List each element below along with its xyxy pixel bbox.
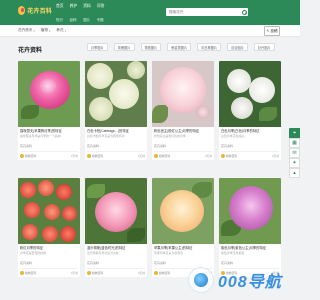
card-desc: 白色月季花色纯白… — [221, 134, 248, 138]
card-time: 3天前 — [70, 271, 78, 275]
chevron-down-icon: ▾ — [48, 28, 51, 33]
top-bar: 花卉百科 首页 知识 养护 品种 资料 图片 问答 专题 — [0, 0, 300, 25]
card-category[interactable]: 花卉资料 — [20, 144, 78, 148]
card[interactable]: 粉红月季的特征 月季花是蔷薇科植物… 花卉资料 格物百科 3天前 — [18, 178, 80, 277]
card-desc: 蓝乐佩斯月季花色为淡紫… — [87, 251, 122, 255]
card-desc: 白色卡柏月季花朵为圆形杯状… — [87, 134, 128, 138]
card[interactable]: 紫色月季(紫色公主)月季的特征 紫色月季花色艳丽… 花卉资料 格物百科 3天前 — [219, 178, 281, 277]
logo-flower-icon — [18, 5, 26, 15]
card-category[interactable]: 花卉资料 — [221, 144, 279, 148]
watermark-text: 008导航 — [218, 274, 282, 291]
card-category[interactable]: 花卉资料 — [154, 144, 212, 148]
card-category[interactable]: 花卉资料 — [20, 261, 78, 265]
contribute-button[interactable]: ✎ 投稿 — [264, 26, 280, 36]
card-time: 3天前 — [137, 271, 145, 275]
card-category[interactable]: 花卉资料 — [87, 261, 145, 265]
card-image[interactable] — [152, 61, 214, 127]
qrcode-icon[interactable]: ▦ — [289, 138, 300, 148]
avatar — [20, 154, 24, 158]
avatar — [87, 271, 91, 275]
avatar — [20, 271, 24, 275]
subnav-item-grow[interactable]: 养花 ▾ — [56, 28, 66, 33]
nav-item-qa[interactable]: 问答 专题 — [97, 4, 105, 22]
avatar — [154, 154, 158, 158]
card[interactable]: 白色卡柏(Cabbage…)的特征 白色卡柏月季花朵为圆形杯状… 花卉资料 格物… — [85, 61, 147, 160]
watermark: 008导航 — [188, 266, 288, 294]
avatar — [87, 154, 91, 158]
card-category[interactable]: 花卉资料 — [221, 261, 279, 265]
section-title: 花卉资料 — [18, 48, 43, 54]
tag-item[interactable]: 月季图片 — [87, 43, 108, 51]
card-author: 格物百科 — [159, 154, 171, 158]
chevron-down-icon: ▾ — [33, 28, 35, 33]
card[interactable]: 白色月季(白色)月季的特征 白色月季花色纯白… 花卉资料 格物百科 2天前 — [219, 61, 281, 160]
tag-item[interactable]: 向日葵图片 — [197, 43, 222, 51]
card-author: 格物百科 — [25, 271, 37, 275]
logo-text: 花卉百科 — [27, 8, 52, 15]
card-time: 2天前 — [271, 154, 279, 158]
card-time: 2天前 — [70, 154, 78, 158]
floating-sidebar: ⌖ ▦ ✉ ✦ ▴ — [289, 128, 300, 178]
card[interactable]: 蓝乐佩斯(蓝色时光)的特征 蓝乐佩斯月季花色为淡紫… 花卉资料 格物百科 3天前 — [85, 178, 147, 277]
card-image[interactable] — [219, 61, 281, 127]
card-author: 格物百科 — [92, 154, 104, 158]
search-box — [166, 8, 248, 16]
card-category[interactable]: 花卉资料 — [87, 144, 145, 148]
watermark-logo-icon — [188, 267, 214, 293]
sub-nav: 花卉资讯 ▾ 植物 ▾ 养花 ▾ — [0, 25, 300, 37]
subnav-item-news[interactable]: 花卉资讯 ▾ — [18, 28, 35, 33]
card-image[interactable] — [85, 61, 147, 127]
search-input[interactable] — [166, 8, 248, 16]
subnav-item-plants[interactable]: 植物 ▾ — [41, 28, 51, 33]
avatar — [154, 271, 158, 275]
gift-icon[interactable]: ✦ — [289, 158, 300, 168]
tag-item[interactable]: 百合图片 — [227, 43, 248, 51]
tag-list: 月季图片 玫瑰图片 蔷薇图片 郁金香图片 向日葵图片 百合图片 牡丹图片 — [87, 43, 275, 51]
nav-item-care[interactable]: 养护 品种 — [70, 4, 78, 22]
card-desc: 猫咪瑟夫月季是月季的一个品种… — [20, 134, 64, 138]
top-icon[interactable]: ▴ — [289, 168, 300, 178]
tag-item[interactable]: 牡丹图片 — [253, 43, 275, 51]
card-time: 2天前 — [204, 154, 212, 158]
card-desc: 粉色宫主是粉红色的月季… — [154, 134, 189, 138]
card-author: 格物百科 — [25, 154, 37, 158]
site-logo[interactable]: 花卉百科 — [18, 4, 52, 16]
chat-icon[interactable]: ✉ — [289, 148, 300, 158]
avatar — [221, 154, 225, 158]
location-icon[interactable]: ⌖ — [289, 128, 300, 138]
card-author: 格物百科 — [226, 154, 238, 158]
main-nav: 首页 知识 养护 品种 资料 图片 问答 专题 — [56, 4, 104, 22]
tag-item[interactable]: 郁金香图片 — [167, 43, 192, 51]
card-desc: 月季花是蔷薇科植物… — [20, 251, 49, 255]
card-desc: 紫色月季花色艳丽… — [221, 251, 248, 255]
card[interactable]: 苹果月季(苹果公主)的特征 苹果月季花朵为杏黄色… 花卉资料 格物百科3天前 — [152, 178, 214, 277]
tag-item[interactable]: 蔷薇图片 — [140, 43, 162, 51]
card-image[interactable] — [18, 61, 80, 127]
nav-item-home[interactable]: 首页 知识 — [56, 4, 64, 22]
card-image[interactable] — [18, 178, 80, 244]
tag-item[interactable]: 玫瑰图片 — [113, 43, 135, 51]
card[interactable]: 猫咪瑟夫(苹果蜂月季)的特征 猫咪瑟夫月季是月季的一个品种… 花卉资料 格物百科… — [18, 61, 80, 160]
card-time: 2天前 — [137, 154, 145, 158]
card-image[interactable] — [152, 178, 214, 244]
nav-item-info[interactable]: 资料 图片 — [83, 4, 91, 22]
card-category[interactable]: 花卉资料 — [154, 261, 212, 265]
card-image[interactable] — [219, 178, 281, 244]
card-author: 格物百科 — [159, 271, 171, 275]
card[interactable]: 粉色宫主(粉红公主)月季的特征 粉色宫主是粉红色的月季… 花卉资料 格物百科 2天… — [152, 61, 214, 160]
card-desc: 苹果月季花朵为杏黄色… — [154, 251, 186, 255]
edit-icon: ✎ — [266, 29, 270, 33]
card-image[interactable] — [85, 178, 147, 244]
search-icon[interactable] — [241, 9, 247, 15]
card-author: 格物百科 — [92, 271, 104, 275]
chevron-down-icon: ▾ — [64, 28, 66, 33]
